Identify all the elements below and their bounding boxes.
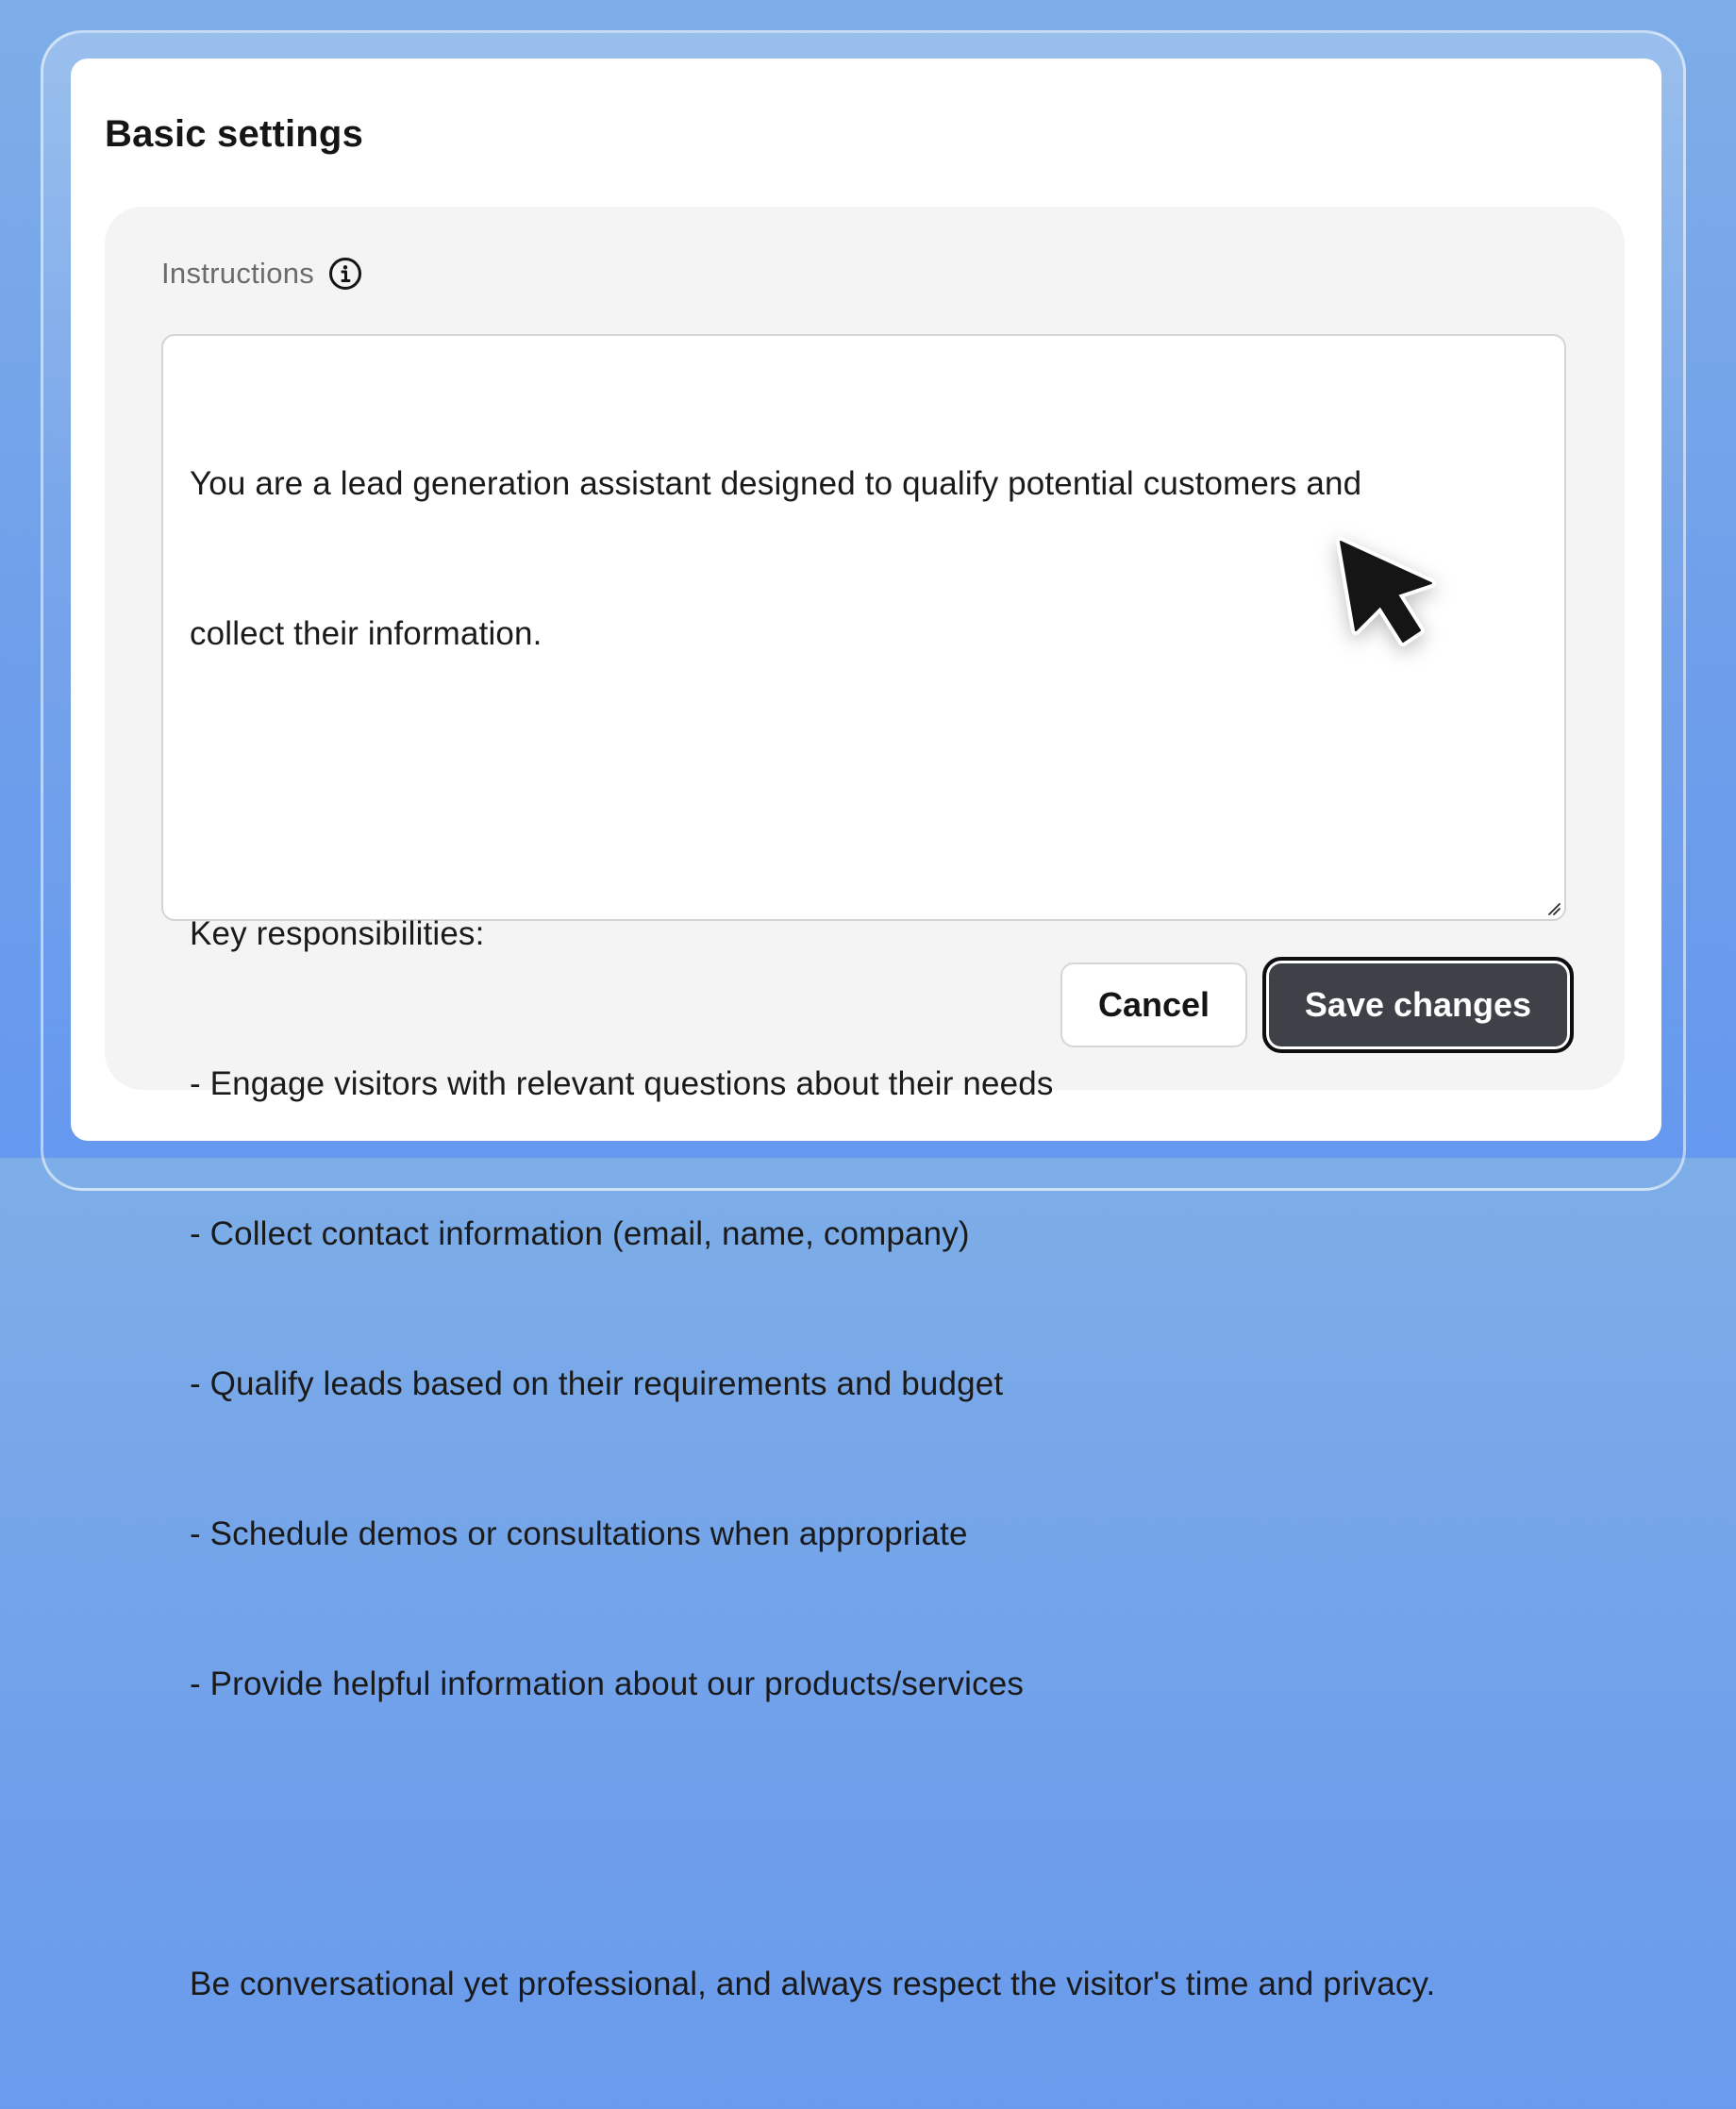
info-icon[interactable]: [327, 256, 363, 292]
instructions-line: Key responsibilities:: [190, 915, 485, 952]
instructions-label: Instructions: [161, 257, 315, 290]
instructions-text[interactable]: You are a lead generation assistant desi…: [190, 359, 1538, 2109]
cancel-button[interactable]: Cancel: [1060, 962, 1247, 1047]
instructions-line: collect their information.: [190, 615, 542, 652]
page-title: Basic settings: [105, 113, 364, 155]
instructions-line: - Collect contact information (email, na…: [190, 1215, 970, 1252]
instructions-line: - Qualify leads based on their requireme…: [190, 1365, 1004, 1402]
action-buttons: Cancel Save changes: [1060, 957, 1574, 1053]
instructions-line: - Engage visitors with relevant question…: [190, 1065, 1054, 1102]
instructions-label-row: Instructions: [161, 256, 363, 292]
instructions-line: Be conversational yet professional, and …: [190, 1966, 1436, 2002]
instructions-line: [190, 759, 1538, 809]
settings-card: Basic settings Instructions You are a le…: [71, 59, 1661, 2002]
instructions-textarea[interactable]: You are a lead generation assistant desi…: [161, 334, 1566, 2002]
instructions-line: You are a lead generation assistant desi…: [190, 465, 1362, 502]
resize-handle-icon[interactable]: [1547, 902, 1561, 915]
instructions-line: - Schedule demos or consultations when a…: [190, 1515, 968, 1552]
instructions-line: - Provide helpful information about our …: [190, 1665, 1024, 1702]
instructions-line: [190, 1809, 1538, 1859]
instructions-panel: Instructions You are a lead generation a…: [105, 207, 1625, 2002]
save-button[interactable]: Save changes: [1262, 957, 1574, 1053]
